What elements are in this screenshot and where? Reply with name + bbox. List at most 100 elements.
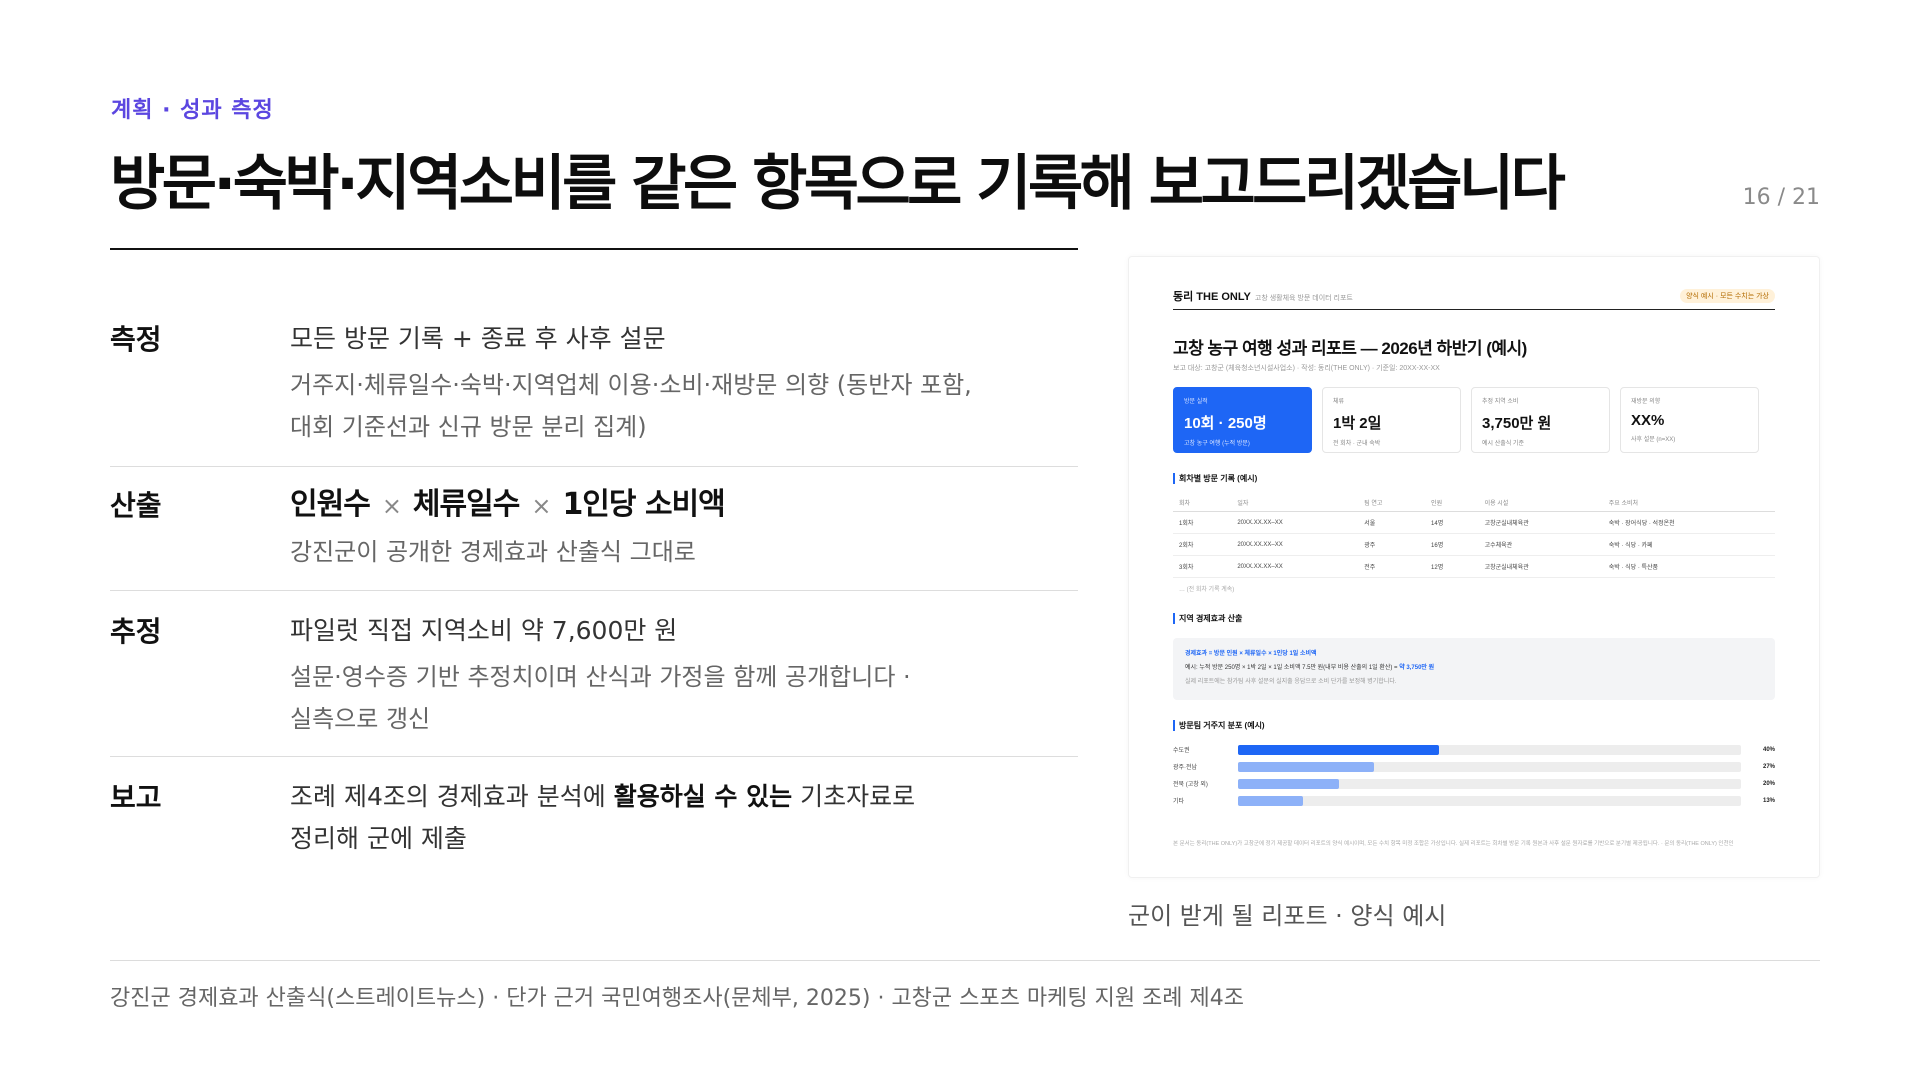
report-brand: 동리 THE ONLY 고창 생활체육 방문 데이터 리포트 — [1173, 288, 1353, 304]
row-label: 추정 — [110, 615, 162, 648]
table-cell: 숙박 · 장어식당 · 석정온천 — [1602, 511, 1775, 534]
row-body: 인원수 × 체류일수 × 1인당 소비액 강진군이 공개한 경제효과 산출식 그대로 — [290, 484, 1070, 573]
times-sign: × — [381, 492, 402, 520]
sample-badge: 양식 예시 · 모든 수치는 가상 — [1680, 289, 1775, 303]
econ-section-title: 지역 경제효과 산출 — [1173, 613, 1775, 624]
row-line: 조례 제4조의 경제효과 분석에 활용하실 수 있는 기초자료로 — [290, 776, 1070, 818]
table-cell: 1회차 — [1173, 511, 1232, 534]
row-line-bold: 활용하실 수 있는 — [613, 782, 793, 811]
formula: 인원수 × 체류일수 × 1인당 소비액 — [290, 484, 1070, 527]
formula-term: 1인당 소비액 — [562, 487, 725, 522]
kpi-note: 고창 농구 여행 (누적 방문) — [1184, 441, 1250, 447]
dist-bar-row: 기타 13% — [1173, 792, 1775, 809]
kpi-card: 체류 1박 2일 전 회차 · 군내 숙박 — [1322, 387, 1461, 453]
kpi-card: 재방문 의향 XX% 사후 설문 (n=XX) — [1620, 387, 1759, 453]
dist-bar-value: 40% — [1762, 746, 1775, 753]
row-body: 조례 제4조의 경제효과 분석에 활용하실 수 있는 기초자료로 정리해 군에 … — [290, 776, 1070, 860]
table-cell: 광주 — [1358, 533, 1426, 556]
kpi-row: 방문 실적 10회 · 250명 고창 농구 여행 (누적 방문) 체류 1박 … — [1173, 387, 1775, 453]
econ-example-result: 약 3,750만 원 — [1399, 665, 1435, 671]
table-cell: 서울 — [1358, 511, 1426, 534]
dist-bar-value: 13% — [1762, 797, 1775, 804]
row-report: 보고 조례 제4조의 경제효과 분석에 활용하실 수 있는 기초자료로 정리해 … — [110, 776, 1078, 876]
table-cell: 고창군실내체육관 — [1478, 555, 1603, 578]
kpi-note: 예시 산출식 기준 — [1482, 441, 1524, 447]
kpi-note: 사후 설문 (n=XX) — [1631, 437, 1676, 443]
row-line-text: 조례 제4조의 경제효과 분석에 — [290, 782, 614, 811]
table-cell: 숙박 · 식당 · 카페 — [1602, 533, 1775, 556]
visits-section-title: 회차별 방문 기록 (예시) — [1173, 473, 1775, 484]
table-row: 3회차 20XX.XX.XX–XX 전주 12명 고창군실내체육관 숙박 · 식… — [1173, 555, 1775, 578]
table-cell: 20XX.XX.XX–XX — [1231, 533, 1359, 556]
kpi-card: 추정 지역 소비 3,750만 원 예시 산출식 기준 — [1471, 387, 1610, 453]
dist-bar-value: 20% — [1762, 780, 1775, 787]
page-title: 방문·숙박·지역소비를 같은 항목으로 기록해 보고드리겠습니다 — [110, 149, 1566, 219]
times-sign: × — [531, 492, 551, 520]
dist-bar-label: 기타 — [1173, 799, 1185, 805]
column-header: 팀 연고 — [1358, 494, 1426, 512]
row-calc: 산출 인원수 × 체류일수 × 1인당 소비액 강진군이 공개한 경제효과 산출식 그대… — [110, 484, 1078, 594]
kpi-value: 10회 · 250명 — [1184, 415, 1267, 432]
report-title: 고창 농구 여행 성과 리포트 — 2026년 하반기 (예시) — [1173, 339, 1527, 358]
kpi-value: 3,750만 원 — [1482, 415, 1552, 432]
dist-bar-track — [1238, 761, 1741, 772]
econ-example: 예시: 누적 방문 250명 × 1박 2일 × 1일 소비액 7.5만 원(내… — [1185, 662, 1763, 671]
report-header-rule — [1173, 309, 1775, 310]
dist-bar-fill — [1238, 744, 1440, 755]
brand-name: 동리 THE ONLY — [1173, 291, 1251, 303]
row-divider — [110, 756, 1078, 757]
table-row: 2회차 20XX.XX.XX–XX 광주 16명 고수체육관 숙박 · 식당 ·… — [1173, 533, 1775, 556]
row-measure: 측정 모든 방문 기록 + 종료 후 사후 설문 거주지·체류일수·숙박·지역업… — [110, 318, 1078, 468]
row-label: 보고 — [110, 781, 162, 814]
row-sub: 설문·영수증 기반 추정치이며 산식과 가정을 함께 공개합니다 · — [290, 663, 911, 691]
column-header: 회차 — [1173, 494, 1232, 512]
brand-sub: 고창 생활체육 방문 데이터 리포트 — [1254, 295, 1353, 302]
table-cell: 고수체육관 — [1478, 533, 1603, 556]
formula-term: 체류일수 — [412, 487, 520, 522]
column-header: 일자 — [1231, 494, 1359, 512]
econ-formula-box: 경제효과 = 방문 인원 × 체류일수 × 1인당 1일 소비액 예시: 누적 … — [1173, 638, 1775, 700]
dist-bar-value: 27% — [1762, 763, 1775, 770]
footer-rule — [110, 960, 1820, 961]
table-cell: 숙박 · 식당 · 특산품 — [1602, 555, 1775, 578]
column-header: 이용 시설 — [1478, 494, 1603, 512]
dist-bar-row: 수도권 40% — [1173, 741, 1775, 758]
table-cell: 3회차 — [1173, 555, 1232, 578]
dist-bar-label: 광주·전남 — [1173, 765, 1198, 771]
title-rule — [110, 248, 1078, 250]
dist-bar-fill — [1238, 778, 1339, 789]
dist-bar-label: 수도권 — [1173, 748, 1190, 754]
row-body: 모든 방문 기록 + 종료 후 사후 설문 거주지·체류일수·숙박·지역업체 이… — [290, 318, 1070, 448]
row-line: 정리해 군에 제출 — [290, 824, 467, 853]
page-number: 16 / 21 — [1742, 185, 1820, 210]
row-label: 산출 — [110, 489, 162, 522]
dist-bar-track — [1238, 795, 1741, 806]
row-label: 측정 — [110, 323, 162, 356]
row-line-text: 기초자료로 — [792, 782, 916, 811]
table-cell: 전주 — [1358, 555, 1426, 578]
table-row: 1회차 20XX.XX.XX–XX 서울 14명 고창군실내체육관 숙박 · 장… — [1173, 511, 1775, 534]
visits-table: 회차 일자 팀 연고 인원 이용 시설 주요 소비처 1회차 20XX.XX.X… — [1173, 494, 1775, 578]
table-cell: 20XX.XX.XX–XX — [1231, 511, 1359, 534]
report-footnote: 본 문서는 동리(THE ONLY)가 고창군에 정기 제공할 데이터 리포트의… — [1173, 841, 1734, 847]
kpi-note: 전 회차 · 군내 숙박 — [1333, 441, 1381, 447]
report-preview: 동리 THE ONLY 고창 생활체육 방문 데이터 리포트 양식 예시 · 모든… — [1128, 256, 1820, 878]
econ-note: 실제 리포트에는 참가팀 사후 설문의 실지출 응답으로 소비 단가를 보정해 … — [1185, 679, 1397, 685]
row-divider — [110, 590, 1078, 591]
residence-distribution: 수도권 40% 광주·전남 27% 전북 (고창 외) 20% 기타 13% — [1173, 741, 1775, 809]
table-cell: 14명 — [1425, 511, 1479, 534]
visits-more: … (전 회차 기록 계속) — [1179, 587, 1235, 593]
econ-formula: 경제효과 = 방문 인원 × 체류일수 × 1인당 1일 소비액 — [1185, 651, 1317, 657]
source-note: 강진군 경제효과 산출식(스트레이트뉴스) · 단가 근거 국민여행조사(문체부… — [110, 986, 1245, 1011]
row-sub: 대회 기준선과 신규 방문 분리 집계) — [290, 413, 647, 441]
report-meta: 보고 대상: 고창군 (체육청소년시설사업소) · 작성: 동리(THE ONL… — [1173, 365, 1440, 372]
kpi-label: 체류 — [1333, 399, 1345, 405]
row-sub: 실측으로 갱신 — [290, 705, 431, 733]
kpi-label: 방문 실적 — [1184, 399, 1208, 405]
row-sub: 강진군이 공개한 경제효과 산출식 그대로 — [290, 538, 696, 566]
report-header: 동리 THE ONLY 고창 생활체육 방문 데이터 리포트 양식 예시 · 모든… — [1173, 285, 1775, 307]
row-body: 파일럿 직접 지역소비 약 7,600만 원 설문·영수증 기반 추정치이며 산… — [290, 610, 1070, 740]
table-cell: 20XX.XX.XX–XX — [1231, 555, 1359, 578]
dist-bar-label: 전북 (고창 외) — [1173, 782, 1208, 788]
dist-bar-fill — [1238, 761, 1374, 772]
